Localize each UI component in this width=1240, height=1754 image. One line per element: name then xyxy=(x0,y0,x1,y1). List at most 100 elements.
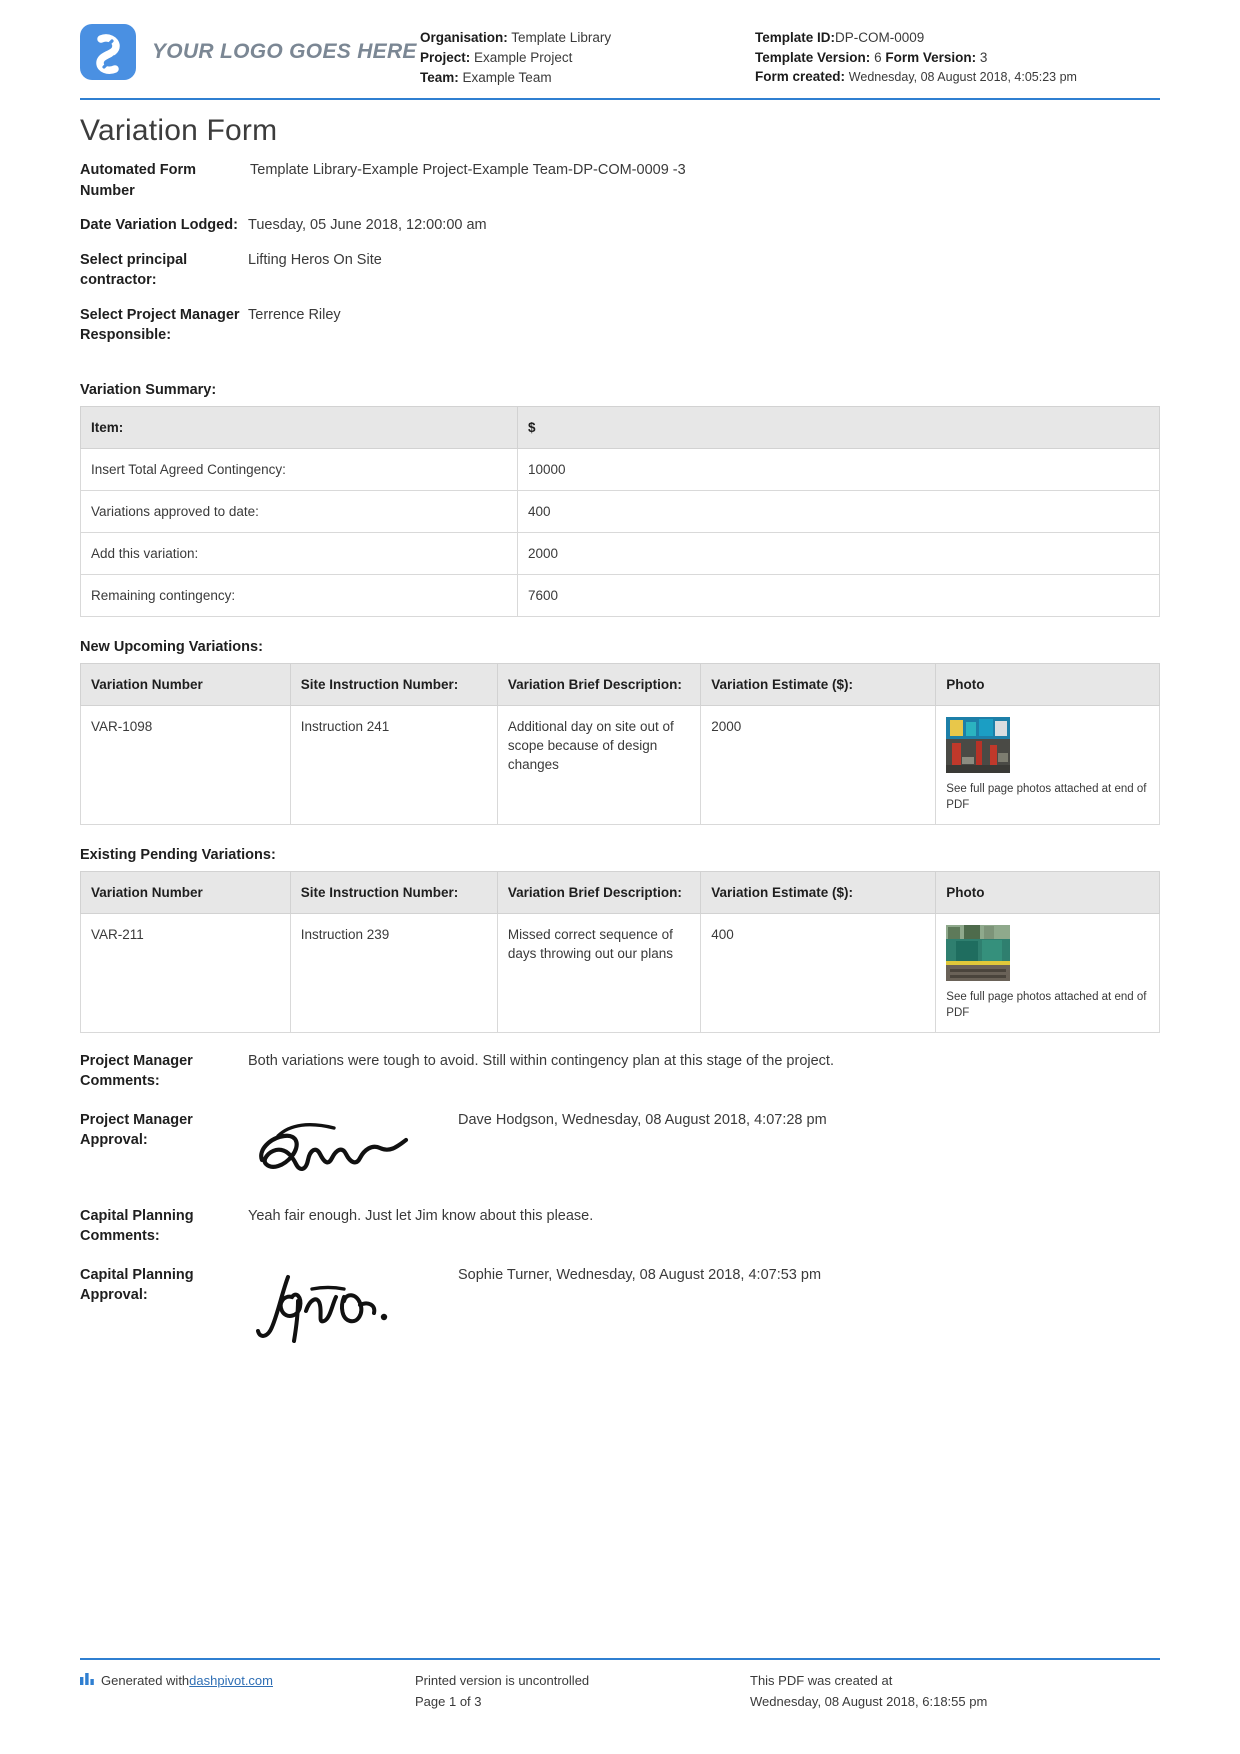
table-row: Variations approved to date: 400 xyxy=(80,489,1161,533)
footer-page-number: Page 1 of 3 xyxy=(415,1694,482,1709)
project-manager-comments-row: Project Manager Comments: Both variation… xyxy=(80,1051,1160,1092)
meta-team: Team: Example Team xyxy=(420,68,755,88)
meta-template-version: Template Version: 6 Form Version: 3 xyxy=(755,48,1160,68)
signature-area: Dave Hodgson, Wednesday, 08 August 2018,… xyxy=(248,1110,1160,1188)
field-select-project-manager: Select Project Manager Responsible: Terr… xyxy=(80,305,1160,346)
cell-estimate: 2000 xyxy=(700,704,937,825)
cell-description: Missed correct sequence of days throwing… xyxy=(496,912,702,1033)
column-header-item: Item: xyxy=(80,405,518,449)
variation-photo-thumbnail[interactable] xyxy=(946,924,1011,981)
table-row: Insert Total Agreed Contingency: 10000 xyxy=(80,447,1161,491)
new-variations-table: Variation Number Site Instruction Number… xyxy=(80,662,1160,825)
project-manager-comments-text: Both variations were tough to avoid. Sti… xyxy=(248,1052,834,1069)
meta-project-label: Project: xyxy=(420,50,471,65)
footer-generated-with: Generated with dashpivot.com xyxy=(80,1670,415,1712)
logo-text: YOUR LOGO GOES HERE xyxy=(152,40,417,63)
column-header-variation-number: Variation Number xyxy=(80,870,291,914)
meta-form-created: Form created: Wednesday, 08 August 2018,… xyxy=(755,68,1160,86)
cell-description: Additional day on site out of scope beca… xyxy=(496,704,702,825)
meta-team-label: Team: xyxy=(420,70,459,85)
cell-variation-number: VAR-1098 xyxy=(80,704,291,825)
column-header-estimate: Variation Estimate ($): xyxy=(700,662,937,706)
meta-template-id-value: DP-COM-0009 xyxy=(835,30,925,45)
footer-generated-prefix: Generated with xyxy=(101,1673,190,1688)
cell-item: Add this variation: xyxy=(80,531,518,575)
table-header-row: Item: $ xyxy=(80,405,1161,449)
table-header-row: Variation Number Site Instruction Number… xyxy=(80,870,1160,914)
cell-amount: 7600 xyxy=(516,573,1161,617)
signature-image-project-manager xyxy=(259,1122,409,1171)
meta-organisation-label: Organisation: xyxy=(420,30,508,45)
document-page: YOUR LOGO GOES HERE Organisation: Templa… xyxy=(0,0,1240,1754)
column-header-site-instruction: Site Instruction Number: xyxy=(289,662,498,706)
field-label: Project Manager Approval: xyxy=(80,1111,193,1149)
field-label: Select principal contractor: xyxy=(80,251,188,289)
cell-site-instruction: Instruction 239 xyxy=(289,912,498,1033)
column-header-variation-number: Variation Number xyxy=(80,662,291,706)
existing-variations-heading: Existing Pending Variations: xyxy=(80,846,276,863)
field-value: Tuesday, 05 June 2018, 12:00:00 am xyxy=(248,217,487,233)
signer-name-and-timestamp: Dave Hodgson, Wednesday, 08 August 2018,… xyxy=(458,1111,827,1128)
meta-form-version-label: Form Version: xyxy=(885,50,977,65)
signature-area: Sophie Turner, Wednesday, 08 August 2018… xyxy=(248,1265,1160,1343)
field-date-variation-lodged: Date Variation Lodged: Tuesday, 05 June … xyxy=(80,215,1160,236)
footer-divider xyxy=(80,1658,1160,1660)
cell-site-instruction: Instruction 241 xyxy=(289,704,498,825)
column-header-description: Variation Brief Description: xyxy=(496,870,702,914)
variation-summary-heading: Variation Summary: xyxy=(80,381,217,398)
cell-photo: See full page photos attached at end of … xyxy=(935,912,1160,1033)
field-value: Template Library-Example Project-Example… xyxy=(250,162,686,178)
table-row: VAR-211 Instruction 239 Missed correct s… xyxy=(80,912,1160,1033)
cell-item: Variations approved to date: xyxy=(80,489,518,533)
field-label: Date Variation Lodged: xyxy=(80,217,238,233)
variation-summary-table: Item: $ Insert Total Agreed Contingency:… xyxy=(80,405,1161,617)
cell-estimate: 400 xyxy=(700,912,937,1033)
column-header-amount: $ xyxy=(516,405,1161,449)
cell-variation-number: VAR-211 xyxy=(80,912,291,1033)
meta-form-created-label: Form created: xyxy=(755,69,846,84)
table-header-row: Variation Number Site Instruction Number… xyxy=(80,662,1160,706)
bar-chart-icon xyxy=(80,1670,94,1691)
cell-item: Remaining contingency: xyxy=(80,573,518,617)
document-footer: Generated with dashpivot.com Printed ver… xyxy=(80,1658,1160,1712)
field-label: Select Project Manager Responsible: xyxy=(80,306,240,344)
header-meta-left: Organisation: Template Library Project: … xyxy=(420,18,755,88)
meta-team-value: Example Team xyxy=(462,70,552,85)
footer-print-status: Printed version is uncontrolled Page 1 o… xyxy=(415,1670,750,1712)
signer-name-and-timestamp: Sophie Turner, Wednesday, 08 August 2018… xyxy=(458,1266,822,1283)
cell-amount: 10000 xyxy=(516,447,1161,491)
column-header-photo: Photo xyxy=(935,870,1160,914)
footer-created-value: Wednesday, 08 August 2018, 6:18:55 pm xyxy=(750,1694,988,1709)
meta-template-id-label: Template ID: xyxy=(755,30,836,45)
meta-organisation-value: Template Library xyxy=(511,30,612,45)
table-row: Remaining contingency: 7600 xyxy=(80,573,1161,617)
capital-planning-comments-row: Capital Planning Comments: Yeah fair eno… xyxy=(80,1206,1160,1247)
field-label: Automated Form Number xyxy=(80,162,196,199)
field-value: Lifting Heros On Site xyxy=(248,251,382,268)
page-title: Variation Form xyxy=(80,114,278,147)
header-meta-right: Template ID:DP-COM-0009 Template Version… xyxy=(755,18,1160,86)
existing-variations-table: Variation Number Site Instruction Number… xyxy=(80,870,1160,1033)
meta-template-id: Template ID:DP-COM-0009 xyxy=(755,28,1160,48)
field-label: Capital Planning Approval: xyxy=(80,1266,194,1304)
new-variations-heading: New Upcoming Variations: xyxy=(80,638,263,655)
dashpivot-link[interactable]: dashpivot.com xyxy=(189,1670,273,1691)
field-select-principal-contractor: Select principal contractor: Lifting Her… xyxy=(80,250,1160,291)
field-label: Project Manager Comments: xyxy=(80,1052,193,1090)
table-row: VAR-1098 Instruction 241 Additional day … xyxy=(80,704,1160,825)
table-row: Add this variation: 2000 xyxy=(80,531,1161,575)
document-header: YOUR LOGO GOES HERE Organisation: Templa… xyxy=(80,0,1160,96)
capital-planning-comments-text: Yeah fair enough. Just let Jim know abou… xyxy=(248,1207,594,1224)
meta-project-value: Example Project xyxy=(474,50,573,65)
meta-template-version-value: 6 xyxy=(874,50,882,65)
field-label: Capital Planning Comments: xyxy=(80,1207,194,1245)
footer-created-label: This PDF was created at xyxy=(750,1673,893,1688)
project-manager-approval-row: Project Manager Approval: Dave Hodgson, … xyxy=(80,1110,1160,1188)
dashpivot-logo-icon xyxy=(80,24,136,80)
cell-amount: 400 xyxy=(516,489,1161,533)
meta-form-version-value: 3 xyxy=(979,50,988,65)
photo-attachment-note: See full page photos attached at end of … xyxy=(946,782,1147,811)
variation-photo-thumbnail[interactable] xyxy=(946,716,1011,773)
cell-photo: See full page photos attached at end of … xyxy=(935,704,1160,825)
column-header-description: Variation Brief Description: xyxy=(496,662,702,706)
